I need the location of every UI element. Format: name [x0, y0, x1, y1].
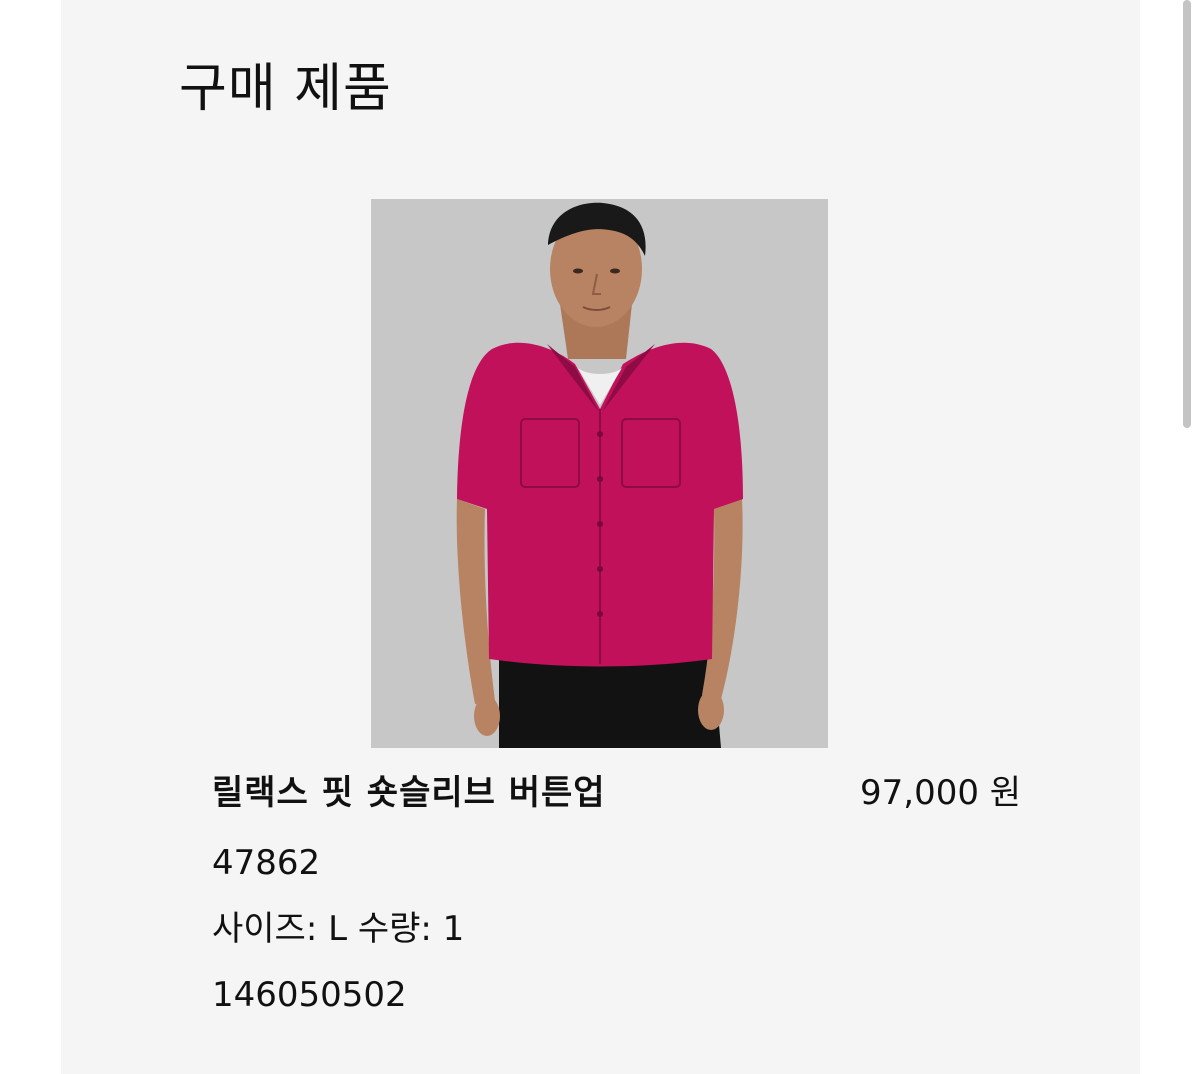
order-page: 구매 제품 릴랙스 핏 숏슬리브 버튼업 97,000 원 47862 사이즈:… — [0, 0, 1200, 1074]
order-number: 146050502 — [212, 975, 407, 1015]
scrollbar[interactable] — [1183, 0, 1191, 428]
product-photo-illustration — [371, 199, 828, 748]
style-number: 47862 — [212, 843, 321, 883]
product-price: 97,000 원 — [860, 773, 1022, 813]
section-title: 구매 제품 — [179, 59, 392, 119]
product-image[interactable] — [371, 199, 828, 748]
size-quantity: 사이즈: L 수량: 1 — [212, 909, 465, 949]
product-name[interactable]: 릴랙스 핏 숏슬리브 버튼업 — [212, 773, 606, 814]
